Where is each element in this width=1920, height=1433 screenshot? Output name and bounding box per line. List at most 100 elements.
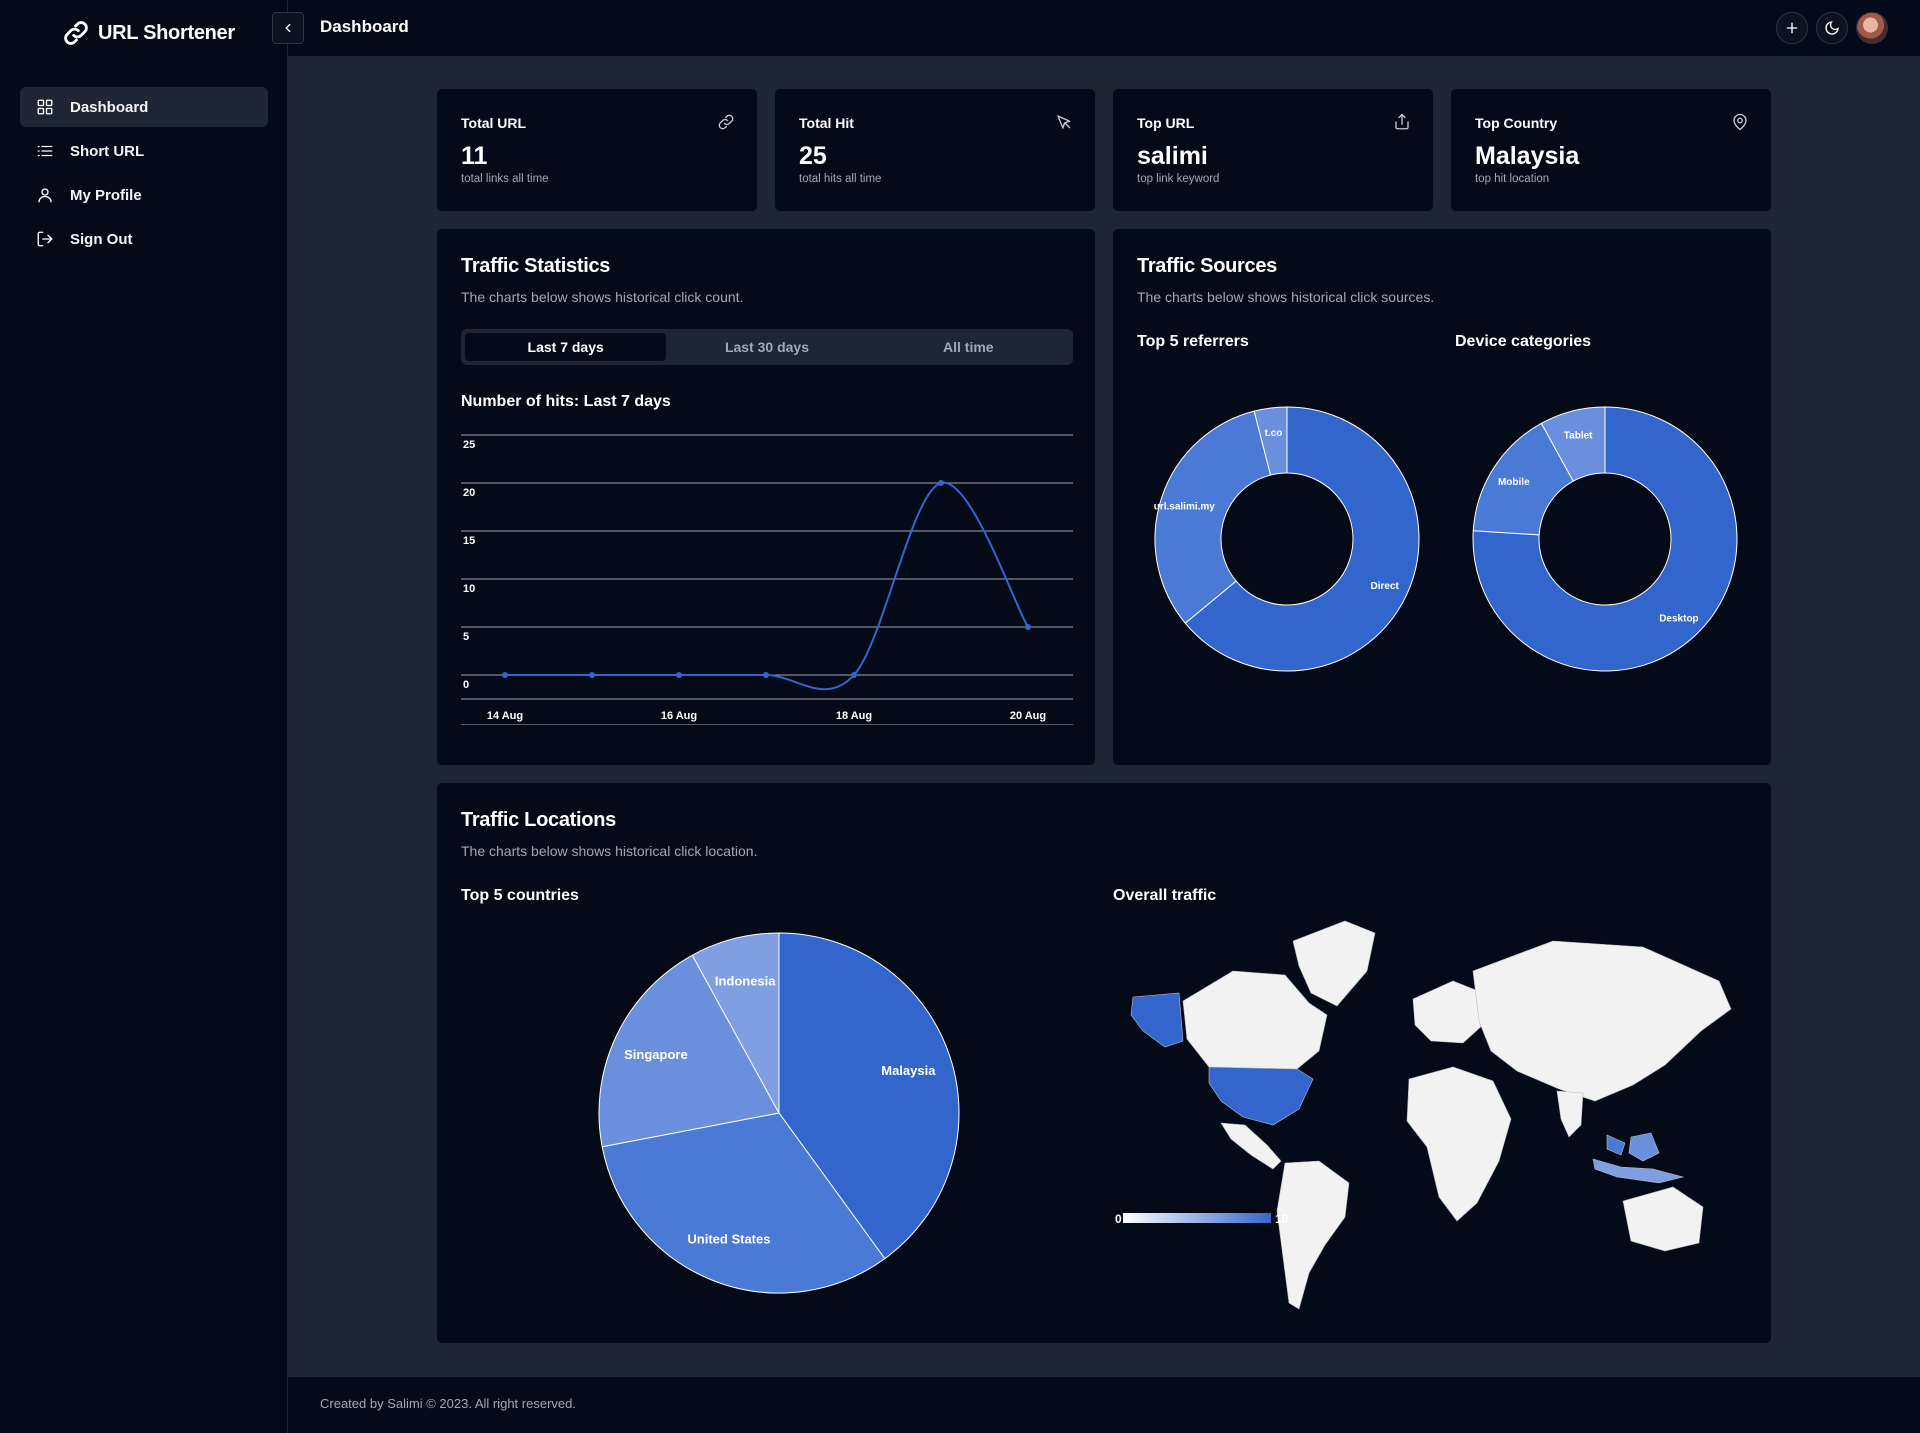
slice-url-salimi-my bbox=[1154, 410, 1272, 624]
stat-card-top-url: Top URL salimi top link keyword bbox=[1112, 88, 1434, 212]
add-button[interactable] bbox=[1776, 12, 1808, 44]
sidebar-nav: Dashboard Short URL My Profile Sign Out bbox=[20, 87, 268, 263]
hits-line-chart: 0 5 10 15 20 25 14 Aug 16 Aug 18 Aug 20 Aug bbox=[461, 434, 1073, 725]
map-australia bbox=[1622, 1186, 1704, 1252]
panel-subtitle: The charts below shows historical click … bbox=[461, 843, 758, 859]
map-malaysia bbox=[1606, 1134, 1626, 1156]
panel-title: Traffic Sources bbox=[1137, 255, 1278, 277]
map-chart-title: Overall traffic bbox=[1113, 887, 1217, 904]
referrers-chart-title: Top 5 referrers bbox=[1137, 333, 1249, 350]
x-tick-label: 14 Aug bbox=[487, 710, 523, 722]
sidebar-item-label: Dashboard bbox=[70, 98, 149, 116]
sidebar-item-short-url[interactable]: Short URL bbox=[20, 131, 268, 171]
user-icon bbox=[38, 188, 52, 203]
map-united-states bbox=[1208, 1066, 1314, 1126]
map-south-america bbox=[1276, 1160, 1350, 1310]
map-europe bbox=[1412, 980, 1486, 1044]
map-indonesia bbox=[1592, 1158, 1685, 1184]
y-tick-label: 5 bbox=[463, 631, 469, 643]
topbar-actions bbox=[1776, 12, 1888, 44]
stat-label: Total URL bbox=[461, 115, 527, 131]
y-tick-label: 25 bbox=[463, 439, 475, 451]
slice-label: Desktop bbox=[1659, 614, 1698, 625]
map-canada bbox=[1182, 970, 1328, 1074]
stat-card-top-country: Top Country Malaysia top hit location bbox=[1450, 88, 1772, 212]
stat-subtext: top link keyword bbox=[1137, 173, 1220, 185]
countries-chart-title: Top 5 countries bbox=[461, 887, 579, 904]
topbar-bg bbox=[288, 0, 1920, 56]
slice-label: Singapore bbox=[624, 1047, 688, 1062]
devices-donut-chart: Desktop Mobile Tablet bbox=[1472, 406, 1738, 672]
world-map: 0 10 bbox=[1115, 920, 1732, 1310]
user-avatar[interactable] bbox=[1856, 12, 1888, 44]
slice-label: Tablet bbox=[1564, 430, 1593, 441]
y-tick-label: 10 bbox=[463, 583, 475, 595]
slice-label: Direct bbox=[1371, 581, 1400, 592]
stat-card-total-url: Total URL 11 total links all time bbox=[436, 88, 758, 212]
slice-label: t.co bbox=[1265, 428, 1283, 439]
referrers-donut-chart: Direct url.salimi.my t.co bbox=[1154, 406, 1420, 672]
map-africa bbox=[1406, 1066, 1512, 1222]
sign-out-icon bbox=[37, 231, 53, 247]
x-tick-label: 20 Aug bbox=[1010, 710, 1046, 722]
slice-label: Indonesia bbox=[715, 973, 776, 988]
map-india bbox=[1556, 1090, 1584, 1138]
tab-all-time[interactable]: All time bbox=[868, 333, 1069, 361]
traffic-statistics-panel: Traffic Statistics The charts below show… bbox=[436, 228, 1096, 766]
map-alaska bbox=[1130, 992, 1184, 1048]
sidebar-item-dashboard[interactable]: Dashboard bbox=[20, 87, 268, 127]
pointer-icon bbox=[1057, 115, 1071, 129]
map-color-scale bbox=[1123, 1213, 1271, 1223]
sidebar-item-label: My Profile bbox=[70, 186, 142, 204]
map-borneo bbox=[1628, 1132, 1660, 1162]
list-icon bbox=[37, 145, 53, 157]
sidebar-item-my-profile[interactable]: My Profile bbox=[20, 175, 268, 215]
sidebar: URL Shortener Dashboard Short URL My Pro… bbox=[0, 0, 288, 1433]
stat-value: salimi bbox=[1137, 142, 1208, 170]
dashboard-icon bbox=[37, 99, 53, 115]
stat-label: Top URL bbox=[1137, 115, 1195, 131]
data-point bbox=[502, 672, 508, 678]
slice-label: United States bbox=[687, 1231, 770, 1246]
map-scale-min: 0 bbox=[1115, 1212, 1122, 1226]
map-central-america bbox=[1220, 1122, 1282, 1170]
traffic-sources-panel: Traffic Sources The charts below shows h… bbox=[1112, 228, 1772, 766]
moon-icon bbox=[1825, 21, 1839, 35]
sidebar-item-sign-out[interactable]: Sign Out bbox=[20, 219, 268, 259]
slice-label: Malaysia bbox=[881, 1063, 936, 1078]
y-tick-label: 20 bbox=[463, 487, 475, 499]
share-icon bbox=[1395, 113, 1409, 130]
footer: Created by Salimi © 2023. All right rese… bbox=[288, 1377, 1920, 1433]
slice-label: url.salimi.my bbox=[1154, 502, 1216, 513]
location-pin-icon bbox=[1733, 113, 1747, 131]
sidebar-item-label: Sign Out bbox=[70, 230, 133, 248]
map-asia bbox=[1472, 940, 1732, 1102]
panel-title: Traffic Statistics bbox=[461, 255, 611, 277]
stat-value: 25 bbox=[799, 142, 827, 170]
panel-title: Traffic Locations bbox=[461, 809, 616, 831]
app-logo[interactable]: URL Shortener bbox=[62, 18, 235, 48]
stat-label: Top Country bbox=[1475, 115, 1558, 131]
data-point bbox=[851, 672, 857, 678]
stat-label: Total Hit bbox=[799, 115, 854, 131]
page-title: Dashboard bbox=[320, 17, 409, 36]
link-icon bbox=[718, 114, 734, 130]
footer-text: Created by Salimi © 2023. All right rese… bbox=[320, 1396, 576, 1411]
link-logo-icon bbox=[64, 21, 88, 45]
stat-subtext: total links all time bbox=[461, 173, 549, 185]
tab-last-7-days[interactable]: Last 7 days bbox=[465, 333, 667, 361]
panel-subtitle: The charts below shows historical click … bbox=[1137, 289, 1435, 305]
theme-toggle-button[interactable] bbox=[1816, 12, 1848, 44]
series-line bbox=[504, 481, 1029, 691]
tab-last-30-days[interactable]: Last 30 days bbox=[666, 333, 867, 361]
sidebar-item-label: Short URL bbox=[70, 142, 145, 160]
stat-value: Malaysia bbox=[1475, 142, 1580, 170]
data-point bbox=[1025, 624, 1031, 630]
stat-value: 11 bbox=[461, 142, 488, 170]
data-point bbox=[589, 672, 595, 678]
map-scale-max: 10 bbox=[1275, 1212, 1289, 1226]
stat-subtext: top hit location bbox=[1475, 173, 1550, 185]
y-tick-label: 15 bbox=[463, 535, 475, 547]
x-tick-label: 18 Aug bbox=[836, 710, 872, 722]
collapse-sidebar-button[interactable] bbox=[272, 12, 304, 44]
